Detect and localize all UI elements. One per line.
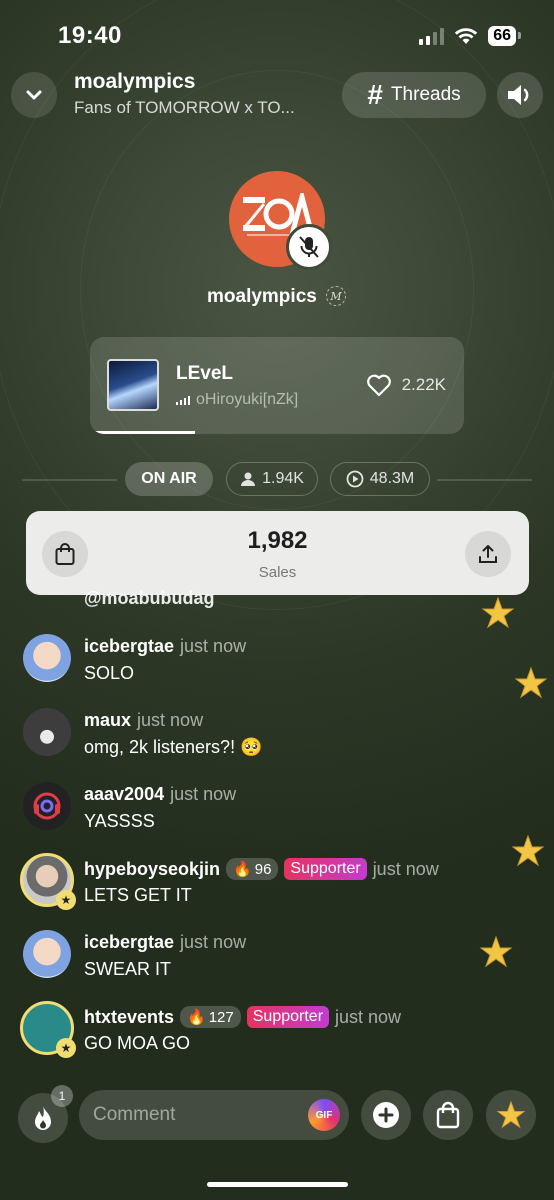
- fire-level-chip: 🔥 127: [180, 1006, 241, 1028]
- wifi-icon: [455, 28, 478, 44]
- person-icon: [241, 472, 256, 486]
- chat-message-header: htxtevents 🔥 127 Supporter just now: [84, 1006, 401, 1028]
- speaker-icon: [508, 85, 529, 105]
- threads-button[interactable]: # Threads: [342, 72, 486, 118]
- shopping-bag-icon: [436, 1101, 460, 1129]
- logo-stars: [229, 183, 325, 187]
- chat-message-text: SOLO: [84, 663, 135, 683]
- divider: [22, 479, 117, 481]
- user-avatar[interactable]: [23, 708, 71, 756]
- star-badge-icon: ★: [56, 890, 76, 910]
- battery-indicator: 66: [488, 26, 521, 46]
- collapse-button[interactable]: [11, 72, 57, 118]
- share-icon: [479, 545, 497, 563]
- chat-timestamp: just now: [137, 710, 204, 730]
- fire-icon: 🔥: [187, 1009, 206, 1026]
- mic-off-icon: [299, 236, 319, 258]
- chat-username[interactable]: hypeboyseokjin: [84, 859, 220, 880]
- home-indicator: [207, 1182, 348, 1187]
- fire-level: 127: [208, 1008, 234, 1026]
- chat-username[interactable]: icebergtae: [84, 932, 174, 953]
- status-icons: 66: [419, 26, 521, 46]
- sales-count: 1,982: [247, 527, 308, 554]
- comment-box[interactable]: GIF: [79, 1090, 349, 1140]
- mic-muted-badge: [286, 224, 332, 270]
- like-count: 2.22K: [401, 375, 446, 394]
- add-button[interactable]: [361, 1090, 411, 1140]
- hashtag-icon: #: [367, 79, 383, 110]
- chat-timestamp: just now: [180, 636, 247, 656]
- play-count: 48.3M: [369, 470, 415, 487]
- user-avatar[interactable]: [23, 782, 71, 830]
- chat-message-text: GO MOA GO: [84, 1033, 191, 1053]
- play-circle-icon: [346, 470, 364, 488]
- track-progress-bar: [90, 431, 195, 434]
- supporter-badge: Supporter: [246, 1006, 330, 1028]
- supporter-badge: Supporter: [284, 858, 367, 880]
- gif-button[interactable]: GIF: [308, 1099, 340, 1131]
- cellular-signal-icon: [419, 27, 445, 45]
- chat-message-header: maux just now: [84, 710, 203, 731]
- now-playing-card[interactable]: LEveL oHiroyuki[nZk] 2.22K: [90, 337, 464, 434]
- floating-star-icon: [481, 596, 515, 629]
- album-art: [107, 359, 159, 411]
- chat-username[interactable]: maux: [84, 710, 131, 731]
- headphones-logo-icon: [33, 792, 61, 820]
- chat-username[interactable]: icebergtae: [84, 636, 174, 657]
- star-icon: [496, 1100, 526, 1129]
- chat-message-text: omg, 2k listeners?! 🥺: [84, 737, 263, 757]
- floating-star-icon: [514, 666, 548, 699]
- plus-circle-icon: [373, 1102, 399, 1128]
- threads-label: Threads: [390, 84, 461, 105]
- verified-icon: M: [326, 286, 346, 306]
- comment-input[interactable]: [93, 1090, 293, 1140]
- chat-message-text: YASSSS: [84, 811, 155, 831]
- track-artist-row: oHiroyuki[nZk]: [176, 391, 298, 409]
- chat-timestamp: just now: [170, 784, 237, 804]
- chat-username[interactable]: htxtevents: [84, 1007, 174, 1028]
- chat-timestamp: just now: [372, 858, 439, 879]
- equalizer-icon: [176, 395, 190, 405]
- floating-star-icon: [511, 834, 545, 867]
- like-button[interactable]: 2.22K: [366, 373, 446, 397]
- chat-message-header: icebergtae just now: [84, 932, 246, 953]
- divider: [437, 479, 532, 481]
- flame-icon: [35, 1106, 51, 1130]
- track-title: LEveL: [176, 363, 234, 384]
- chat-username[interactable]: aaav2004: [84, 784, 164, 805]
- chat-timestamp: just now: [335, 1006, 402, 1027]
- fire-level-chip: 🔥 96: [226, 858, 279, 880]
- fire-icon: 🔥: [233, 861, 252, 878]
- sales-card: 1,982 Sales: [26, 511, 529, 595]
- user-avatar[interactable]: [23, 634, 71, 682]
- fire-level: 96: [254, 860, 272, 878]
- share-button[interactable]: [465, 531, 511, 577]
- fire-count-badge: 1: [51, 1085, 73, 1107]
- chevron-down-icon: [26, 90, 42, 100]
- chat-message-header: icebergtae just now: [84, 636, 246, 657]
- host-name[interactable]: moalympics: [207, 286, 317, 308]
- on-air-badge: ON AIR: [125, 462, 213, 496]
- sales-label: Sales: [258, 564, 297, 581]
- shop-bottom-button[interactable]: [423, 1090, 473, 1140]
- chat-message-header: hypeboyseokjin 🔥 96 Supporter just now: [84, 858, 439, 880]
- chat-message-text: LETS GET IT: [84, 885, 192, 905]
- floating-star-icon: [479, 935, 513, 968]
- user-avatar[interactable]: [23, 930, 71, 978]
- track-artist: oHiroyuki[nZk]: [196, 391, 299, 408]
- listener-count: 1.94K: [262, 470, 304, 487]
- play-count-pill[interactable]: 48.3M: [330, 462, 430, 496]
- listener-count-pill[interactable]: 1.94K: [226, 462, 318, 496]
- volume-button[interactable]: [497, 72, 543, 118]
- status-time: 19:40: [58, 22, 122, 49]
- chat-message-text: SWEAR IT: [84, 959, 172, 979]
- heart-icon: [366, 374, 391, 397]
- star-badge-icon: ★: [56, 1038, 76, 1058]
- star-button[interactable]: [486, 1090, 536, 1140]
- partial-chat-username: @moabubudag: [84, 588, 215, 608]
- chat-timestamp: just now: [180, 932, 247, 952]
- chat-message-header: aaav2004 just now: [84, 784, 236, 805]
- room-title: moalympics: [74, 70, 196, 93]
- room-subtitle: Fans of TOMORROW x TO...: [74, 98, 295, 117]
